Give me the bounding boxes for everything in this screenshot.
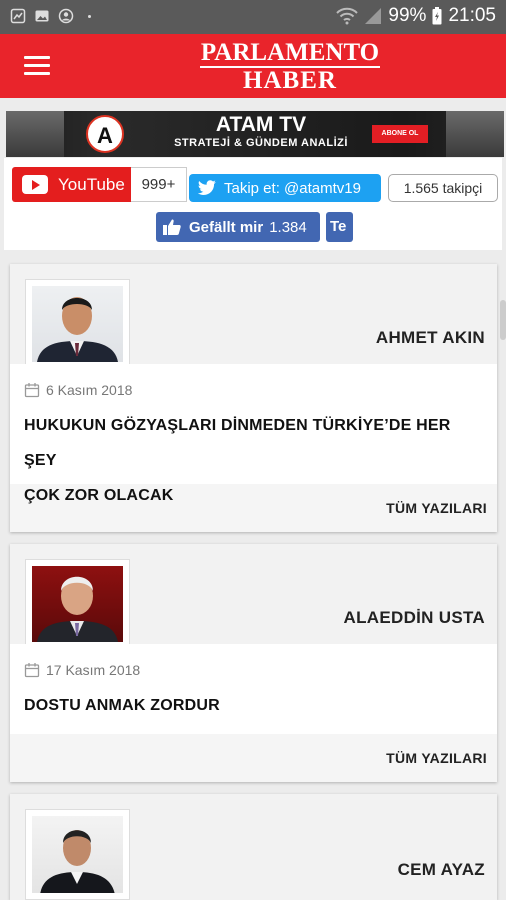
- publish-date: 6 Kasım 2018: [24, 382, 132, 398]
- banner-portrait-right: [446, 111, 504, 157]
- column-card[interactable]: AHMET AKIN 6 Kasım 2018 HUKUKUN GÖZYAŞLA…: [10, 264, 497, 532]
- twitter-follow-button[interactable]: Takip et: @atamtv19: [189, 174, 381, 202]
- hamburger-menu-icon[interactable]: [24, 56, 50, 76]
- column-card-body: 17 Kasım 2018 DOSTU ANMAK ZORDUR: [10, 644, 497, 734]
- app-header: PARLAMENTO HABER: [0, 34, 506, 98]
- column-card-header: CEM AYAZ: [10, 794, 497, 900]
- youtube-subscribe-button[interactable]: YouTube: [12, 167, 131, 202]
- account-icon: [58, 8, 74, 24]
- wifi-icon: [336, 7, 359, 25]
- author-photo[interactable]: [25, 279, 130, 369]
- thumbs-up-icon: [163, 219, 181, 235]
- status-bar: 99% 21:05: [0, 0, 506, 34]
- calendar-icon: [24, 383, 40, 398]
- facebook-like-label: Gefällt mir: [189, 218, 264, 236]
- battery-percent: 99%: [388, 5, 427, 26]
- notification-icon: [10, 8, 26, 24]
- banner-subscribe-button[interactable]: ABONE OL: [372, 125, 428, 143]
- signal-icon: [365, 8, 382, 24]
- banner-subtitle: STRATEJİ & GÜNDEM ANALİZİ: [174, 137, 348, 149]
- atam-tv-banner[interactable]: A ATAM TV STRATEJİ & GÜNDEM ANALİZİ ABON…: [6, 111, 504, 157]
- column-card-header: ALAEDDİN USTA: [10, 544, 497, 649]
- calendar-icon: [24, 663, 40, 678]
- battery-icon: [432, 7, 442, 25]
- author-photo[interactable]: [25, 809, 130, 900]
- author-name[interactable]: CEM AYAZ: [398, 860, 485, 880]
- more-notifications-dot: [88, 14, 91, 18]
- logo-bottom-text: HABER: [243, 67, 337, 94]
- twitter-bird-icon: [197, 180, 216, 195]
- facebook-like-count: 1.384: [269, 218, 307, 236]
- column-card[interactable]: CEM AYAZ: [10, 794, 497, 900]
- column-card-header: AHMET AKIN: [10, 264, 497, 369]
- date-text: 6 Kasım 2018: [46, 382, 133, 398]
- youtube-subscriber-count: 999+: [131, 167, 187, 202]
- facebook-like-button[interactable]: Gefällt mir 1.384: [156, 212, 320, 242]
- column-card-body: 6 Kasım 2018 HUKUKUN GÖZYAŞLARI DİNMEDEN…: [10, 364, 497, 504]
- youtube-label: YouTube: [58, 174, 125, 194]
- facebook-share-button[interactable]: Te: [326, 212, 353, 242]
- author-photo[interactable]: [25, 559, 130, 649]
- author-portrait: [40, 830, 115, 893]
- author-name[interactable]: ALAEDDİN USTA: [344, 608, 485, 628]
- author-portrait: [37, 297, 118, 362]
- twitter-follow-label: Takip et: @atamtv19: [224, 179, 361, 197]
- all-articles-link[interactable]: TÜM YAZILARI: [386, 750, 487, 766]
- author-name[interactable]: AHMET AKIN: [376, 328, 485, 348]
- banner-portrait-left: [6, 111, 64, 157]
- article-title[interactable]: DOSTU ANMAK ZORDUR: [24, 688, 486, 723]
- publish-date: 17 Kasım 2018: [24, 662, 140, 678]
- site-logo[interactable]: PARLAMENTO HABER: [200, 40, 380, 94]
- social-widgets: YouTube 999+ Takip et: @atamtv19 1.565 t…: [4, 158, 502, 250]
- banner-channel-logo: A: [86, 115, 124, 153]
- column-card[interactable]: ALAEDDİN USTA 17 Kasım 2018 DOSTU ANMAK …: [10, 544, 497, 782]
- clock: 21:05: [448, 5, 496, 26]
- author-portrait: [37, 576, 118, 642]
- gallery-icon: [35, 10, 49, 22]
- article-title-line: DOSTU ANMAK ZORDUR: [24, 697, 220, 714]
- all-articles-link[interactable]: TÜM YAZILARI: [386, 500, 487, 516]
- article-title[interactable]: HUKUKUN GÖZYAŞLARI DİNMEDEN TÜRKİYE’DE H…: [24, 408, 486, 513]
- scroll-indicator[interactable]: [500, 300, 506, 340]
- article-title-line: HUKUKUN GÖZYAŞLARI DİNMEDEN TÜRKİYE’DE H…: [24, 417, 451, 469]
- youtube-play-icon: [22, 175, 48, 194]
- twitter-follower-count: 1.565 takipçi: [388, 174, 498, 202]
- logo-top-text: PARLAMENTO: [200, 39, 380, 68]
- banner-title: ATAM TV: [215, 113, 307, 136]
- date-text: 17 Kasım 2018: [46, 662, 141, 678]
